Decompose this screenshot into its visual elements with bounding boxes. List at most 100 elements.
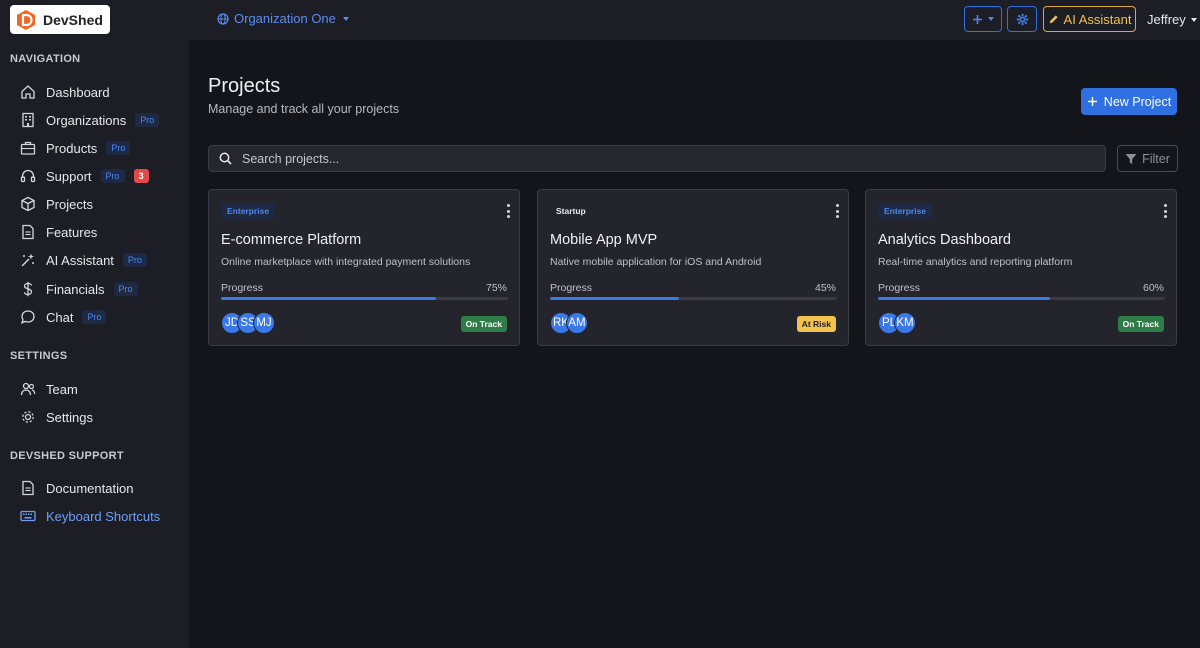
home-icon bbox=[21, 85, 35, 99]
avatar[interactable]: MJ bbox=[253, 312, 275, 334]
sidebar-item-documentation[interactable]: Documentation bbox=[20, 478, 133, 498]
sidebar-item-label: Financials bbox=[46, 281, 105, 297]
keyboard-icon bbox=[20, 510, 36, 522]
project-name: Analytics Dashboard bbox=[878, 232, 1011, 248]
sidebar-item-chat[interactable]: Chat Pro bbox=[20, 307, 107, 327]
member-avatars: RK AM bbox=[550, 312, 588, 334]
sidebar-item-label: Dashboard bbox=[46, 84, 110, 100]
document-icon bbox=[22, 480, 34, 496]
building-icon bbox=[22, 112, 34, 128]
ai-assistant-label: AI Assistant bbox=[1063, 11, 1132, 27]
project-description: Native mobile application for iOS and An… bbox=[550, 256, 762, 268]
project-description: Online marketplace with integrated payme… bbox=[221, 256, 471, 268]
project-name: E-commerce Platform bbox=[221, 232, 362, 248]
progress-fill bbox=[878, 297, 1051, 300]
org-name: Organization One bbox=[234, 11, 336, 26]
top-bar: DevShed Organization One AI Assistant Je… bbox=[0, 0, 1200, 40]
pro-badge: Pro bbox=[122, 253, 147, 267]
sidebar-item-projects[interactable]: Projects bbox=[20, 194, 93, 214]
org-switcher[interactable]: Organization One bbox=[217, 11, 349, 26]
more-options-icon[interactable] bbox=[506, 204, 510, 218]
new-project-button[interactable]: New Project bbox=[1081, 88, 1177, 115]
sidebar-item-label: Products bbox=[46, 140, 98, 156]
project-card[interactable]: Enterprise Analytics Dashboard Real-time… bbox=[865, 189, 1177, 346]
tier-badge: Startup bbox=[556, 206, 586, 216]
project-card[interactable]: Enterprise E-commerce Platform Online ma… bbox=[208, 189, 520, 346]
page-subtitle: Manage and track all your projects bbox=[208, 102, 400, 116]
user-name: Jeffrey bbox=[1147, 12, 1186, 27]
filter-label: Filter bbox=[1142, 151, 1170, 166]
progress-bar bbox=[221, 297, 508, 300]
globe-icon bbox=[217, 12, 229, 25]
filter-icon bbox=[1125, 153, 1137, 164]
sidebar-item-label: Projects bbox=[46, 196, 93, 212]
progress-label: Progress bbox=[221, 282, 264, 294]
status-badge: On Track bbox=[1117, 316, 1164, 332]
search-input[interactable] bbox=[242, 151, 1082, 166]
app-logo[interactable]: DevShed bbox=[10, 5, 110, 34]
team-icon bbox=[20, 382, 36, 396]
progress-label: Progress bbox=[878, 282, 921, 294]
progress-bar bbox=[878, 297, 1165, 300]
progress-bar bbox=[550, 297, 837, 300]
sidebar-item-label: Support bbox=[46, 168, 92, 184]
progress-value: 45% bbox=[814, 282, 836, 294]
settings-button[interactable] bbox=[1007, 6, 1037, 32]
notification-count-badge: 3 bbox=[133, 169, 149, 183]
sidebar-item-financials[interactable]: Financials Pro bbox=[20, 279, 138, 299]
dollar-icon bbox=[23, 281, 33, 297]
headset-icon bbox=[20, 169, 36, 183]
status-badge: At Risk bbox=[796, 316, 836, 332]
plus-icon bbox=[973, 14, 982, 24]
avatar[interactable]: AM bbox=[566, 312, 588, 334]
gear-icon bbox=[22, 411, 34, 423]
sidebar-item-dashboard[interactable]: Dashboard bbox=[20, 82, 110, 102]
avatar[interactable]: KM bbox=[894, 312, 916, 334]
section-title-devshed-support: DEVSHED SUPPORT bbox=[10, 450, 124, 462]
chevron-down-icon bbox=[1190, 17, 1197, 22]
more-options-icon[interactable] bbox=[835, 204, 839, 218]
pro-badge: Pro bbox=[135, 113, 160, 127]
sidebar-item-support[interactable]: Support Pro 3 bbox=[20, 166, 149, 186]
sidebar-item-ai-assistant[interactable]: AI Assistant Pro bbox=[20, 250, 147, 270]
sidebar-item-organizations[interactable]: Organizations Pro bbox=[20, 110, 160, 130]
progress-fill bbox=[221, 297, 437, 300]
chevron-down-icon bbox=[988, 17, 994, 21]
sidebar-item-label: Keyboard Shortcuts bbox=[46, 508, 161, 524]
sidebar-item-team[interactable]: Team bbox=[20, 379, 78, 399]
sidebar-item-label: AI Assistant bbox=[46, 252, 114, 268]
briefcase-icon bbox=[20, 141, 36, 155]
box-icon bbox=[21, 196, 35, 212]
create-dropdown-button[interactable] bbox=[964, 6, 1002, 32]
member-avatars: JD SS MJ bbox=[221, 312, 275, 334]
section-title-settings: SETTINGS bbox=[10, 350, 68, 362]
document-icon bbox=[22, 224, 34, 240]
sidebar: NAVIGATION Dashboard Organizations Pro P… bbox=[0, 40, 189, 648]
sidebar-item-label: Chat bbox=[46, 309, 74, 325]
progress-fill bbox=[550, 297, 680, 300]
progress-value: 60% bbox=[1142, 282, 1164, 294]
pencil-icon bbox=[1049, 14, 1058, 23]
chat-icon bbox=[20, 310, 35, 324]
project-card[interactable]: Startup Mobile App MVP Native mobile app… bbox=[537, 189, 849, 346]
tier-badge: Enterprise bbox=[878, 203, 933, 219]
sidebar-item-products[interactable]: Products Pro bbox=[20, 138, 131, 158]
sidebar-item-keyboard-shortcuts[interactable]: Keyboard Shortcuts bbox=[20, 506, 160, 526]
tier-badge: Enterprise bbox=[221, 203, 276, 219]
plus-icon bbox=[1087, 97, 1097, 106]
gear-icon bbox=[1016, 13, 1028, 25]
sidebar-item-features[interactable]: Features bbox=[20, 222, 97, 242]
user-menu[interactable]: Jeffrey bbox=[1147, 12, 1197, 27]
progress-label: Progress bbox=[550, 282, 593, 294]
pro-badge: Pro bbox=[113, 282, 138, 296]
ai-assistant-button[interactable]: AI Assistant bbox=[1043, 6, 1136, 32]
sidebar-item-label: Features bbox=[46, 224, 98, 240]
sidebar-item-settings[interactable]: Settings bbox=[20, 407, 93, 427]
more-options-icon[interactable] bbox=[1163, 204, 1167, 218]
status-badge: On Track bbox=[460, 316, 507, 332]
sidebar-item-label: Documentation bbox=[46, 480, 134, 496]
project-name: Mobile App MVP bbox=[550, 232, 658, 248]
chevron-down-icon bbox=[342, 16, 349, 21]
progress-value: 75% bbox=[485, 282, 507, 294]
filter-button[interactable]: Filter bbox=[1117, 145, 1178, 172]
